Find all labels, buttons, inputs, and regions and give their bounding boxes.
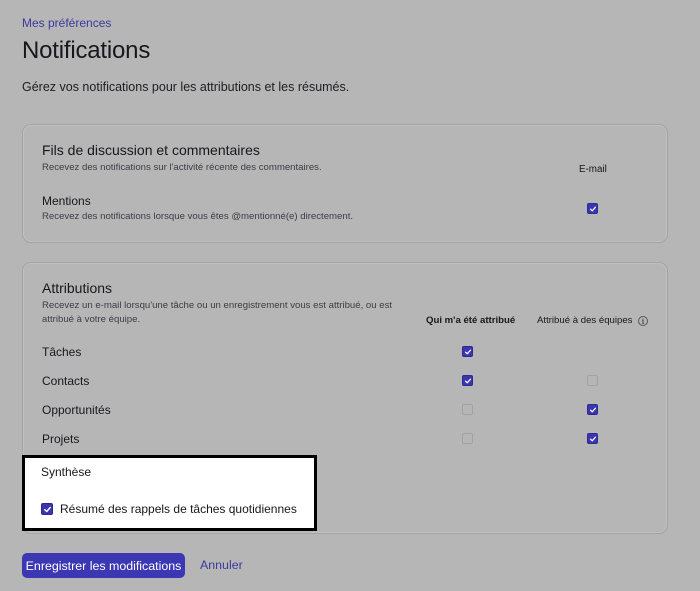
digest-section: Synthèse Résumé des rappels de tâches qu… [22,455,317,531]
assigned-to-me-column-header: Qui m'a été attribué [426,315,516,326]
checkmark-icon [464,349,472,355]
row-label-projets: Projets [42,432,80,446]
mentions-title: Mentions [42,194,91,208]
threads-description: Recevez des notifications sur l'activité… [42,162,322,173]
opportunites-me-checkbox[interactable] [462,404,473,415]
contacts-me-checkbox[interactable] [462,375,473,386]
row-label-taches: Tâches [42,345,82,359]
projets-me-checkbox[interactable] [462,433,473,444]
threads-card: Fils de discussion et commentaires Recev… [22,124,668,243]
threads-title: Fils de discussion et commentaires [42,142,260,158]
attributions-description-line2: attribué à votre équipe. [42,314,141,325]
digest-title: Synthèse [41,465,92,479]
daily-digest-checkbox[interactable] [41,503,53,515]
taches-me-checkbox[interactable] [462,346,473,357]
contacts-teams-checkbox[interactable] [587,375,598,386]
checkmark-icon [44,506,51,513]
save-button[interactable]: Enregistrer les modifications [22,553,185,578]
daily-digest-label[interactable]: Résumé des rappels de tâches quotidienne… [60,502,297,516]
breadcrumb-link[interactable]: Mes préférences [22,16,111,30]
row-label-opportunites: Opportunités [42,403,111,417]
info-icon[interactable]: i [638,316,648,326]
page-description: Gérez vos notifications pour les attribu… [22,80,350,94]
projets-teams-checkbox[interactable] [587,433,598,444]
email-column-header: E-mail [579,164,607,175]
attributions-title: Attributions [42,280,113,296]
checkmark-icon [589,407,597,413]
cancel-button[interactable]: Annuler [200,558,243,572]
attributions-description-line1: Recevez un e-mail lorsqu'une tâche ou un… [42,300,393,311]
checkmark-icon [464,378,472,384]
page-title: Notifications [22,37,151,64]
row-label-contacts: Contacts [42,374,90,388]
opportunites-teams-checkbox[interactable] [587,404,598,415]
notifications-page: Mes préférences Notifications Gérez vos … [0,0,700,591]
assigned-to-teams-column-header: Attribué à des équipes [537,315,633,326]
mentions-description: Recevez des notifications lorsque vous ê… [42,211,354,222]
mentions-email-checkbox[interactable] [587,203,598,214]
checkmark-icon [589,206,597,212]
checkmark-icon [589,436,597,442]
